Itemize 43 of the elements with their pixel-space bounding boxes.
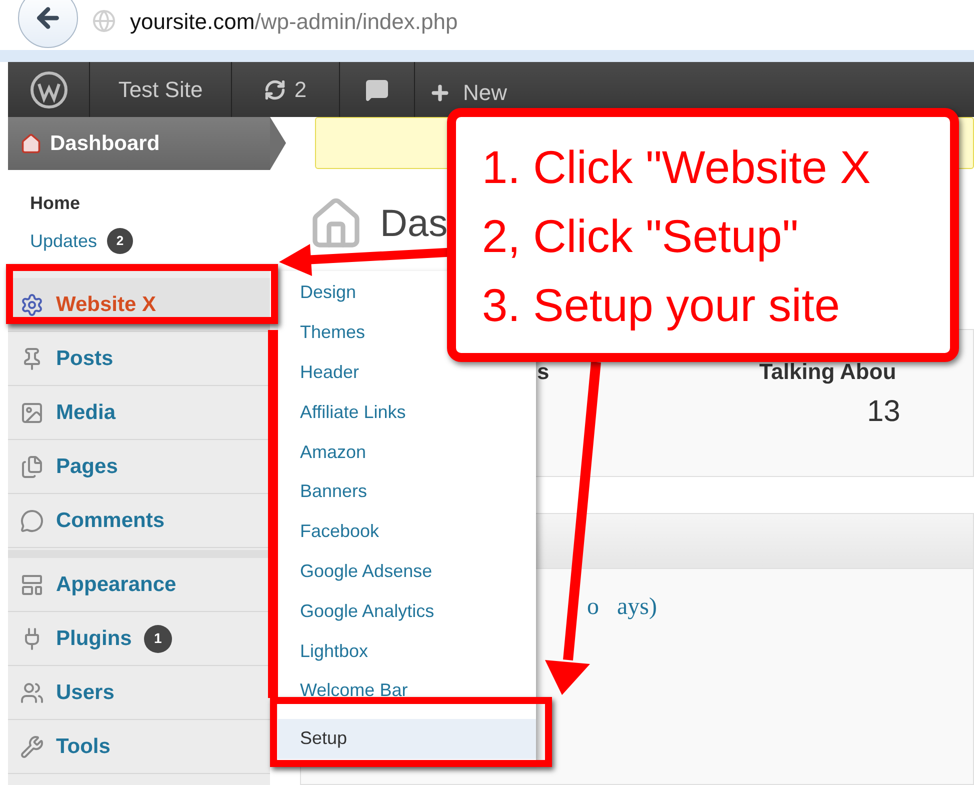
flyout-item[interactable]: Banners [278, 472, 372, 512]
flyout-item[interactable]: Welcome Bar [278, 670, 412, 711]
flyout-item[interactable]: Themes [278, 312, 370, 353]
column-heading: s [537, 359, 550, 385]
back-button[interactable] [18, 0, 78, 48]
flyout-item[interactable]: Lightbox [278, 631, 372, 671]
flyout-item[interactable]: Amazon [278, 432, 370, 472]
panel-text: ays) [617, 593, 657, 622]
flyout-item[interactable]: Google Analytics [278, 591, 438, 632]
url-path: /wp-admin/index.php [254, 8, 458, 36]
new-button[interactable]: New [415, 76, 512, 110]
flyout-item[interactable]: Setup [278, 718, 536, 759]
url-domain: yoursite.com [130, 8, 255, 36]
speech-bubble-icon [20, 508, 44, 532]
callout-text: 1. Click "Website X [482, 140, 872, 195]
submenu-link[interactable]: Home [30, 190, 80, 216]
dashboard-menu-item[interactable]: Dashboard [8, 117, 270, 170]
wrench-icon [20, 734, 44, 758]
speech-bubble-icon [365, 78, 389, 102]
panel-text: o [587, 593, 599, 622]
column-heading: Talking Abou [759, 359, 896, 385]
flyout-item[interactable]: Google Adsense [278, 552, 436, 592]
page-heading: Das [380, 202, 448, 246]
count-badge: 2 [107, 228, 134, 254]
menu-pointer [270, 117, 286, 170]
callout-text: 3. Setup your site [482, 278, 841, 333]
flyout-item[interactable]: Header [278, 352, 364, 392]
menu-item[interactable]: Tools [8, 720, 270, 774]
gear-icon [20, 292, 44, 316]
flyout-item[interactable]: Design [278, 273, 360, 313]
flyout-item[interactable]: Affiliate Links [278, 392, 410, 432]
users-icon [20, 680, 44, 704]
globe-icon [92, 9, 116, 33]
stat-value: 13 [867, 394, 902, 430]
house-icon [20, 132, 42, 154]
pages-icon [20, 454, 44, 478]
refresh-icon [264, 78, 286, 100]
callout-text: 2, Click "Setup" [482, 209, 800, 264]
layout-icon [20, 572, 44, 596]
image-icon [20, 400, 44, 424]
submenu-link[interactable]: Updates [30, 228, 98, 254]
flyout-item[interactable]: Facebook [278, 512, 384, 552]
count-badge: 1 [144, 624, 172, 652]
